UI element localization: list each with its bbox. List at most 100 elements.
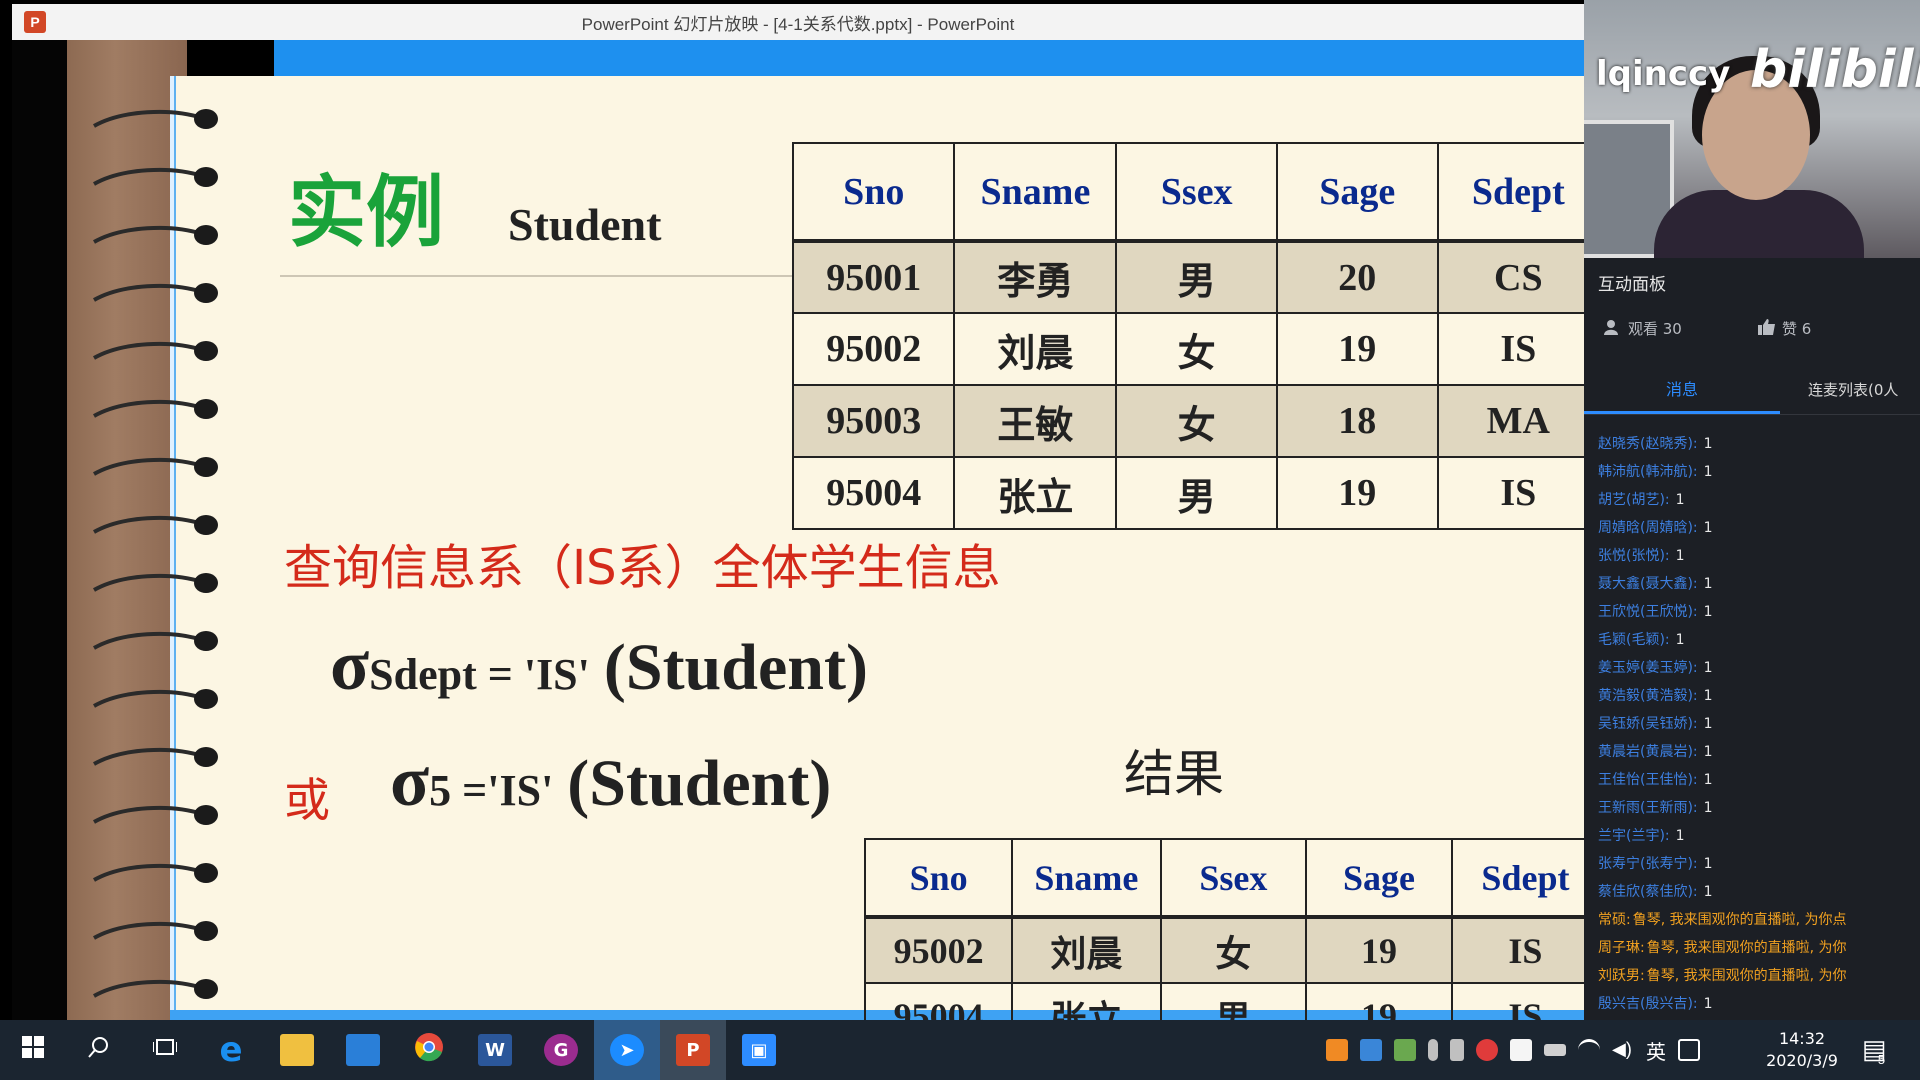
tab-messages[interactable]: 消息 xyxy=(1584,364,1780,414)
chat-username[interactable]: 胡艺(胡艺): xyxy=(1598,492,1670,508)
start-button[interactable] xyxy=(0,1020,66,1080)
edge-browser-icon: e xyxy=(219,1030,243,1070)
tray-app-icon[interactable] xyxy=(1360,1039,1382,1061)
taskbar-powerpoint[interactable]: P xyxy=(660,1020,726,1080)
table-cell: 95002 xyxy=(791,312,956,386)
chat-username[interactable]: 王新雨(王新雨): xyxy=(1598,800,1698,816)
chat-username[interactable]: 殷兴吉(殷兴吉): xyxy=(1598,996,1698,1012)
chat-username[interactable]: 王欣悦(王欣悦): xyxy=(1598,604,1698,620)
chat-username[interactable]: 兰宇(兰宇): xyxy=(1598,828,1670,844)
column-header: Ssex xyxy=(1159,838,1308,918)
student-table-header: Sno Sname Ssex Sage Sdept xyxy=(791,142,1584,242)
battery-icon[interactable] xyxy=(1544,1044,1566,1056)
system-clock[interactable]: 14:32 2020/3/9 xyxy=(1746,1028,1858,1072)
keyboard-layout-icon[interactable] xyxy=(1678,1039,1700,1061)
chat-username[interactable]: 张寿宁(张寿宁): xyxy=(1598,856,1698,872)
column-header: Sname xyxy=(953,142,1118,242)
window-title: PowerPoint 幻灯片放映 - [4-1关系代数.pptx] - Powe… xyxy=(581,14,1015,34)
spiral-ring xyxy=(93,457,218,477)
tray-app-icon[interactable] xyxy=(1510,1039,1532,1061)
chat-list[interactable]: 赵晓秀(赵晓秀): 1 韩沛航(韩沛航): 1 胡艺(胡艺): 1 周婧晗(周婧晗):… xyxy=(1598,430,1920,1024)
chat-text: 1 xyxy=(1675,492,1685,508)
like-count-label: 赞 6 xyxy=(1782,320,1812,338)
chat-username[interactable]: 姜玉婷(姜玉婷): xyxy=(1598,660,1698,676)
thumbs-up-icon xyxy=(1758,318,1776,339)
slide-top-blue-bar xyxy=(274,40,1584,76)
chat-username[interactable]: 赵晓秀(赵晓秀): xyxy=(1598,436,1698,452)
chat-username[interactable]: 常硕: xyxy=(1598,912,1631,928)
taskbar-file-explorer[interactable] xyxy=(264,1020,330,1080)
taskbar-chrome[interactable] xyxy=(396,1020,462,1080)
microphone-icon[interactable] xyxy=(1428,1039,1438,1061)
search-button[interactable] xyxy=(66,1020,132,1080)
tab-mic-list[interactable]: 连麦列表(0人 xyxy=(1808,364,1920,414)
wifi-icon[interactable] xyxy=(1578,1039,1600,1061)
chrome-icon xyxy=(414,1032,444,1068)
slide-left-border xyxy=(12,40,67,1040)
taskbar-edge[interactable]: e xyxy=(198,1020,264,1080)
chat-message: 兰宇(兰宇): 1 xyxy=(1598,822,1920,850)
table-row: 95004 张立 男 19 IS xyxy=(791,456,1584,530)
table-cell: 19 xyxy=(1305,916,1453,984)
chat-username[interactable]: 毛颖(毛颖): xyxy=(1598,632,1670,648)
clock-time: 14:32 xyxy=(1778,1029,1826,1048)
chat-username[interactable]: 聂大鑫(聂大鑫): xyxy=(1598,576,1698,592)
tray-app-icon[interactable] xyxy=(1394,1039,1416,1061)
chat-username[interactable]: 刘跃男: xyxy=(1598,968,1645,984)
table-cell: 19 xyxy=(1275,312,1439,386)
column-header: Sdept xyxy=(1436,142,1584,242)
chat-text: 1 xyxy=(1703,772,1713,788)
chat-username[interactable]: 吴钰娇(吴钰娇): xyxy=(1598,716,1698,732)
table-cell: 95003 xyxy=(791,384,956,458)
chat-username[interactable]: 黄晨岩(黄晨岩): xyxy=(1598,744,1698,760)
chat-username[interactable]: 张悦(张悦): xyxy=(1598,548,1670,564)
chat-username[interactable]: 韩沛航(韩沛航): xyxy=(1598,464,1698,480)
chat-message: 殷兴吉(殷兴吉): 1 xyxy=(1598,990,1920,1018)
table-cell: CS xyxy=(1436,240,1584,314)
chat-username[interactable]: 黄浩毅(黄浩毅): xyxy=(1598,688,1698,704)
chat-username[interactable]: 周婧晗(周婧晗): xyxy=(1598,520,1698,536)
table-cell: 95001 xyxy=(791,240,956,314)
chat-text: 1 xyxy=(1703,688,1713,704)
chat-message: 毛颖(毛颖): 1 xyxy=(1598,626,1920,654)
powerpoint-icon: P xyxy=(676,1034,710,1066)
column-header: Sno xyxy=(863,838,1014,918)
notification-center-button[interactable]: ▤ 5 xyxy=(1862,1034,1901,1067)
input-method-indicator[interactable]: 英 xyxy=(1646,1036,1666,1065)
like-count[interactable]: 赞 6 xyxy=(1758,318,1811,339)
chat-system-message: 常硕: 鲁琴, 我来围观你的直播啦, 为你点 xyxy=(1598,906,1920,934)
tray-app-icon[interactable] xyxy=(1326,1039,1348,1061)
usb-icon[interactable] xyxy=(1450,1039,1464,1061)
spiral-ring xyxy=(93,341,218,361)
tray-app-icon[interactable] xyxy=(1476,1039,1498,1061)
chat-username[interactable]: 蔡佳欣(蔡佳欣): xyxy=(1598,884,1698,900)
taskbar-pdf-app[interactable]: G xyxy=(528,1020,594,1080)
chat-text: 1 xyxy=(1703,520,1713,536)
selection-argument: (Student) xyxy=(567,747,832,820)
chat-message: 周婧晗(周婧晗): 1 xyxy=(1598,514,1920,542)
taskbar-meeting-app[interactable]: ▣ xyxy=(726,1020,792,1080)
task-view-button[interactable] xyxy=(132,1020,198,1080)
slideshow-area[interactable]: 实例 Student Sno Sname Ssex Sage Sdept 950… xyxy=(12,40,1584,1040)
panel-title: 互动面板 xyxy=(1598,275,1666,295)
taskbar-dingtalk[interactable]: ➤ xyxy=(594,1020,660,1080)
window-title-bar: P PowerPoint 幻灯片放映 - [4-1关系代数.pptx] - Po… xyxy=(12,4,1584,40)
chat-username[interactable]: 王佳怡(王佳怡): xyxy=(1598,772,1698,788)
user-icon xyxy=(1604,319,1622,339)
table-row: 95002 刘晨 女 19 IS xyxy=(863,916,1584,984)
presenter-body xyxy=(1654,190,1864,258)
folder-icon xyxy=(280,1034,314,1066)
column-header: Ssex xyxy=(1115,142,1278,242)
system-tray: ◀) 英 xyxy=(1326,1020,1700,1080)
chat-message: 赵晓秀(赵晓秀): 1 xyxy=(1598,430,1920,458)
volume-icon[interactable]: ◀) xyxy=(1612,1039,1634,1061)
table-cell: 张立 xyxy=(953,456,1118,530)
column-header: Sno xyxy=(791,142,956,242)
taskbar-word[interactable]: W xyxy=(462,1020,528,1080)
chat-message: 王新雨(王新雨): 1 xyxy=(1598,794,1920,822)
spiral-ring xyxy=(93,399,218,419)
table-cell: 刘晨 xyxy=(1011,916,1162,984)
taskbar-store[interactable] xyxy=(330,1020,396,1080)
result-label: 结果 xyxy=(1124,745,1224,803)
chat-username[interactable]: 周子琳: xyxy=(1598,940,1645,956)
